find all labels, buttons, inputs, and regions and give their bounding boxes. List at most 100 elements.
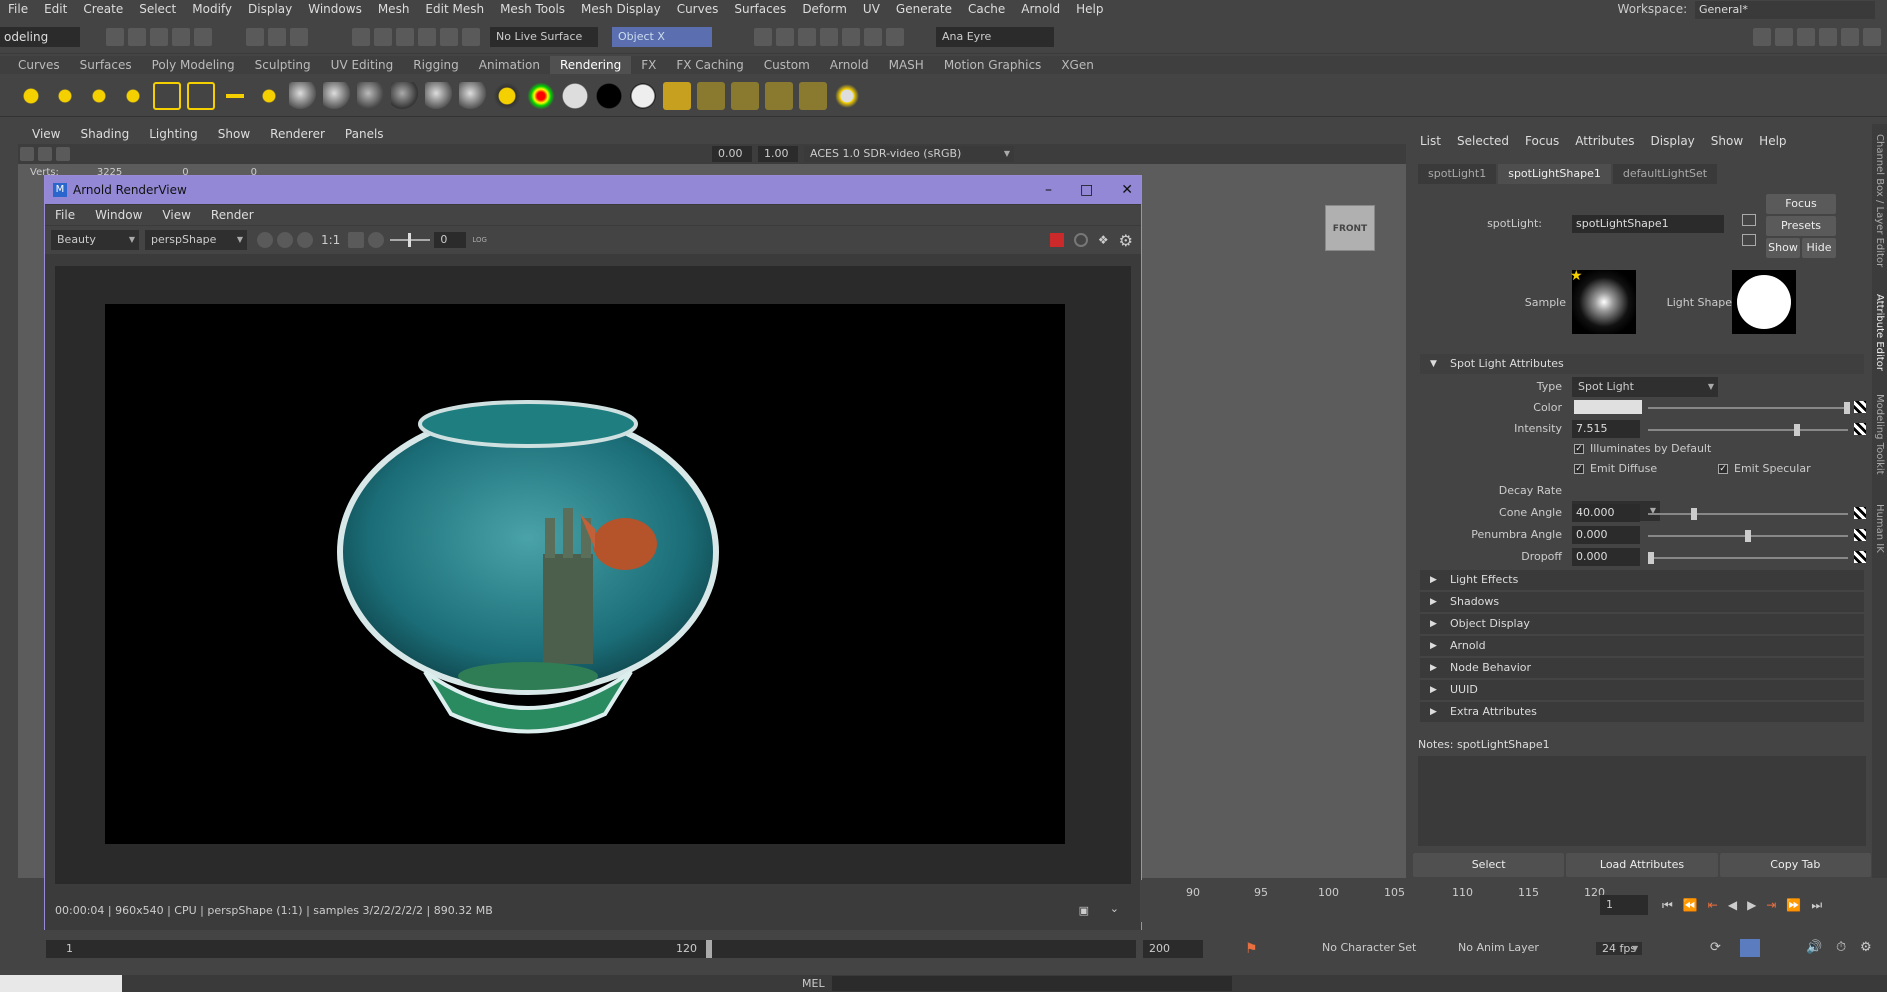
aov-dropdown[interactable]: Beauty — [51, 230, 139, 250]
outliner-icon[interactable] — [1775, 28, 1793, 46]
paint-select-icon[interactable] — [290, 28, 308, 46]
go-to-end-icon[interactable]: ⏭ — [1811, 898, 1822, 913]
rv-menu-window[interactable]: Window — [85, 205, 152, 225]
menu-file[interactable]: File — [0, 0, 36, 19]
penumbra-slider[interactable] — [1648, 530, 1848, 542]
cone-angle-slider[interactable] — [1648, 508, 1848, 520]
snap-surface-icon[interactable] — [440, 28, 458, 46]
camera-dropdown[interactable]: perspShape — [145, 230, 247, 250]
section-node-behavior[interactable]: ▶ Node Behavior — [1420, 658, 1864, 678]
spot-light-icon[interactable] — [119, 81, 147, 110]
playback-options-icon[interactable] — [1740, 939, 1760, 957]
dropoff-map-icon[interactable] — [1854, 551, 1866, 563]
exposure-value[interactable]: 0 — [434, 232, 467, 248]
exposure-field[interactable]: 0.00 — [712, 146, 752, 162]
emit-specular-row[interactable]: ✓ Emit Specular — [1718, 462, 1811, 475]
focus-button[interactable]: Focus — [1766, 194, 1836, 214]
camera-aim-icon[interactable] — [255, 81, 283, 110]
snap-live-icon[interactable] — [462, 28, 480, 46]
current-frame-field[interactable]: 1 — [1600, 895, 1648, 915]
new-scene-icon[interactable] — [106, 28, 124, 46]
shelf-tab-mash[interactable]: MASH — [879, 56, 934, 74]
dropoff-slider[interactable] — [1648, 552, 1848, 564]
rv-menu-file[interactable]: File — [45, 205, 85, 225]
channel-box-icon[interactable] — [1819, 28, 1837, 46]
refresh-icon[interactable] — [1073, 233, 1088, 247]
intensity-field[interactable]: 7.515 — [1572, 420, 1640, 438]
sound-icon[interactable]: 🔊 — [1806, 940, 1822, 955]
side-tab-channel-box[interactable]: Channel Box / Layer Editor — [1874, 134, 1885, 267]
tab-spotlight1[interactable]: spotLight1 — [1418, 164, 1497, 184]
channel-icon[interactable] — [297, 232, 313, 248]
penumbra-map-icon[interactable] — [1854, 529, 1866, 541]
render-layer-icon[interactable] — [731, 81, 759, 110]
area-light-icon[interactable] — [153, 81, 181, 110]
fps-dropdown[interactable]: 24 fps — [1596, 942, 1643, 955]
workspace-selector[interactable]: Workspace: General* — [1618, 0, 1875, 19]
outline-shader-icon[interactable] — [629, 81, 657, 110]
cone-angle-knob[interactable] — [1690, 508, 1697, 520]
close-icon[interactable]: ✕ — [1121, 182, 1133, 198]
shelf-tab-surfaces[interactable]: Surfaces — [70, 56, 142, 74]
shelf-tab-animation[interactable]: Animation — [469, 56, 550, 74]
docked-window-tab[interactable] — [0, 975, 122, 992]
ae-menu-attributes[interactable]: Attributes — [1567, 130, 1642, 152]
step-forward-key-icon[interactable]: ⏩ — [1786, 898, 1801, 912]
color-swatch[interactable] — [1574, 400, 1642, 414]
shelf-tab-rendering[interactable]: Rendering — [549, 56, 632, 74]
workspace-value[interactable]: General* — [1695, 1, 1875, 19]
anim-layer-field[interactable]: No Anim Layer — [1458, 941, 1539, 954]
range-end-field[interactable]: 200 — [1143, 940, 1203, 958]
range-slider[interactable]: 1 120 — [46, 940, 1136, 958]
side-tab-modeling-toolkit[interactable]: Modeling Toolkit — [1874, 394, 1885, 475]
menu-cache[interactable]: Cache — [960, 0, 1013, 19]
speed-icon[interactable]: ⏱ — [1836, 940, 1846, 955]
output-connection-icon[interactable] — [1742, 234, 1756, 246]
shelf-tab-custom[interactable]: Custom — [754, 56, 820, 74]
black-shader-icon[interactable] — [595, 81, 623, 110]
illuminates-default-row[interactable]: ✓ Illuminates by Default — [1574, 442, 1711, 455]
shelf-tab-xgen[interactable]: XGen — [1051, 56, 1104, 74]
directional-light-icon[interactable] — [51, 81, 79, 110]
cone-angle-map-icon[interactable] — [1854, 507, 1866, 519]
play-back-icon[interactable]: ◀ — [1728, 898, 1737, 912]
redo-icon[interactable] — [194, 28, 212, 46]
intensity-slider[interactable] — [1648, 424, 1848, 436]
step-back-key-icon[interactable]: ⏪ — [1683, 898, 1698, 912]
chevron-down-icon[interactable]: ⌄ — [1110, 902, 1119, 915]
side-tab-attribute-editor[interactable]: Attribute Editor — [1874, 294, 1885, 371]
symmetry-field[interactable]: Object X — [612, 27, 712, 47]
section-shadows[interactable]: ▶ Shadows — [1420, 592, 1864, 612]
vp-menu-view[interactable]: View — [22, 124, 70, 144]
tab-spotlightshape1[interactable]: spotLightShape1 — [1498, 164, 1611, 184]
character-set-field[interactable]: No Character Set — [1322, 941, 1416, 954]
pause-icon[interactable] — [886, 28, 904, 46]
checkbox-checked-icon[interactable]: ✓ — [1718, 463, 1728, 474]
lambert-icon[interactable] — [289, 81, 317, 110]
range-handle[interactable] — [706, 940, 712, 958]
view-cube[interactable]: FRONT — [1325, 205, 1375, 251]
render-view-icon[interactable] — [663, 81, 691, 110]
color-map-icon[interactable] — [1854, 401, 1866, 413]
white-shader-icon[interactable] — [561, 81, 589, 110]
mode-selector[interactable]: odeling — [0, 27, 80, 47]
render-frame-icon[interactable] — [754, 28, 772, 46]
menu-deform[interactable]: Deform — [794, 0, 855, 19]
hypershade-icon[interactable] — [820, 28, 838, 46]
prev-key-icon[interactable]: ⇤ — [1708, 898, 1718, 912]
maximize-icon[interactable]: □ — [1080, 182, 1093, 198]
bookmark-icon[interactable] — [56, 147, 70, 161]
layout-icon[interactable] — [1753, 28, 1771, 46]
ipr-icon[interactable] — [765, 81, 793, 110]
ae-menu-help[interactable]: Help — [1751, 130, 1794, 152]
intensity-map-icon[interactable] — [1854, 423, 1866, 435]
panel-layout-icon[interactable] — [1797, 28, 1815, 46]
shelf-tab-poly-modeling[interactable]: Poly Modeling — [142, 56, 245, 74]
stop-render-icon[interactable] — [1049, 233, 1064, 247]
menu-mesh-tools[interactable]: Mesh Tools — [492, 0, 573, 19]
shelf-tab-uv-editing[interactable]: UV Editing — [321, 56, 404, 74]
colorspace-dropdown[interactable]: ACES 1.0 SDR-video (sRGB) — [804, 146, 1014, 162]
section-uuid[interactable]: ▶ UUID — [1420, 680, 1864, 700]
time-slider[interactable]: 90 95 100 105 110 115 120 — [1140, 880, 1670, 922]
node-name-field[interactable]: spotLightShape1 — [1572, 215, 1724, 233]
